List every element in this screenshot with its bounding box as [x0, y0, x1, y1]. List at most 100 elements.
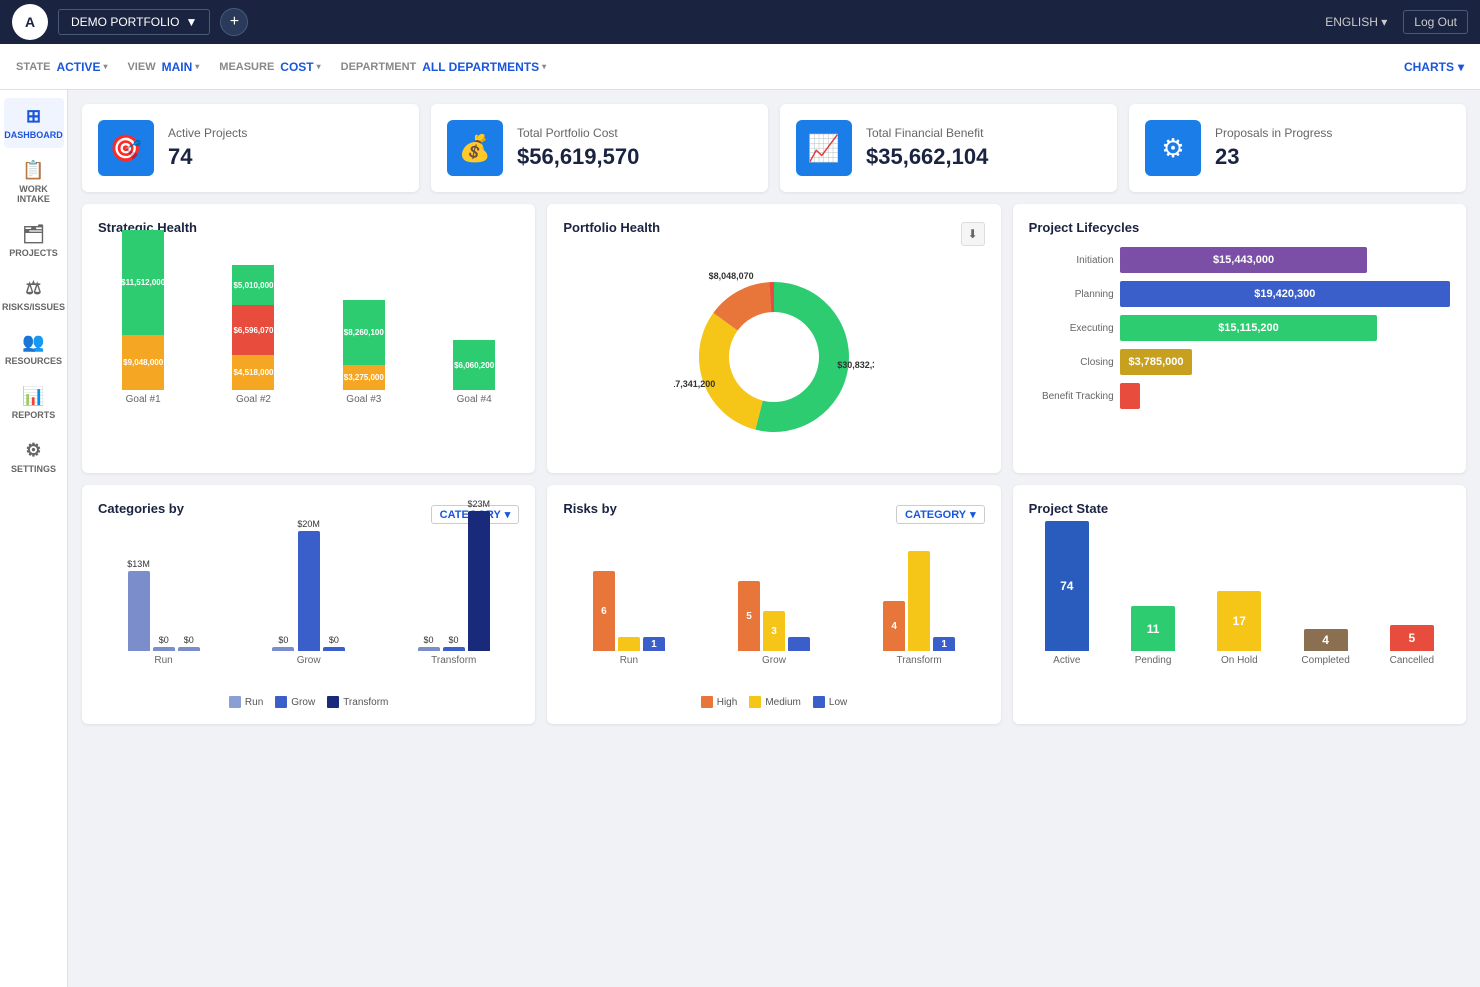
kpi-title-2: Total Financial Benefit	[866, 126, 988, 140]
risks-by-card: Risks by CATEGORY ▾ 6 1 Run 5 3	[547, 485, 1000, 724]
lifecycle-bar: $3,785,000	[1120, 349, 1193, 375]
lifecycle-bar-wrap: $3,785,000	[1120, 349, 1450, 375]
department-value[interactable]: ALL DEPARTMENTS ▾	[422, 60, 546, 74]
lifecycle-bar-wrap	[1120, 383, 1450, 409]
charts-button[interactable]: CHARTS ▾	[1404, 60, 1464, 74]
legend-item: High	[701, 696, 738, 708]
lifecycle-label: Initiation	[1029, 255, 1114, 266]
dashboard-icon: ⊞	[26, 106, 41, 127]
sidebar-item-dashboard[interactable]: ⊞ DASHBOARD	[4, 98, 64, 148]
logout-button[interactable]: Log Out	[1403, 10, 1468, 34]
bottom-charts-row: Categories by CATEGORY ▾ $13M $0 $0 Run …	[82, 485, 1466, 724]
kpi-card-3: ⚙ Proposals in Progress 23	[1129, 104, 1466, 192]
content-area: 🎯 Active Projects 74 💰 Total Portfolio C…	[68, 90, 1480, 987]
nav-right: ENGLISH ▾ Log Out	[1325, 10, 1468, 34]
sidebar-item-work-intake[interactable]: 📋 WORK INTAKE	[4, 152, 64, 212]
logo: A	[12, 4, 48, 40]
view-label: VIEW	[127, 61, 155, 73]
measure-filter[interactable]: MEASURE COST ▾	[219, 60, 320, 74]
sidebar-label-projects: PROJECTS	[9, 248, 58, 258]
kpi-row: 🎯 Active Projects 74 💰 Total Portfolio C…	[82, 104, 1466, 192]
legend-dot	[813, 696, 825, 708]
language-selector[interactable]: ENGLISH ▾	[1325, 15, 1387, 29]
view-value[interactable]: MAIN ▾	[162, 60, 200, 74]
lifecycle-row: Closing $3,785,000	[1029, 349, 1450, 375]
kpi-title-3: Proposals in Progress	[1215, 126, 1332, 140]
state-filter[interactable]: STATE ACTIVE ▾	[16, 60, 107, 74]
kpi-card-1: 💰 Total Portfolio Cost $56,619,570	[431, 104, 768, 192]
portfolio-button[interactable]: DEMO PORTFOLIO ▼	[58, 9, 210, 35]
lifecycle-label: Planning	[1029, 289, 1114, 300]
add-button[interactable]: +	[220, 8, 248, 36]
lifecycle-bar: $19,420,300	[1120, 281, 1450, 307]
kpi-info-1: Total Portfolio Cost $56,619,570	[517, 126, 639, 170]
project-state-card: Project State 74 Active 11 Pending 17 On…	[1013, 485, 1466, 724]
charts-arrow: ▾	[1458, 60, 1464, 74]
state-value[interactable]: ACTIVE ▾	[56, 60, 107, 74]
lifecycle-bar: $15,115,200	[1120, 315, 1378, 341]
sidebar-label-risks: RISKS/ISSUES	[2, 302, 65, 312]
kpi-info-3: Proposals in Progress 23	[1215, 126, 1332, 170]
measure-value[interactable]: COST ▾	[280, 60, 320, 74]
settings-icon: ⚙	[25, 440, 41, 461]
kpi-value-2: $35,662,104	[866, 144, 988, 170]
download-button[interactable]: ⬇	[961, 222, 985, 246]
portfolio-label: DEMO PORTFOLIO	[71, 15, 179, 29]
sidebar-item-risks-issues[interactable]: ⚖ RISKS/ISSUES	[4, 270, 64, 320]
sidebar-item-reports[interactable]: 📊 REPORTS	[4, 378, 64, 428]
sidebar-label-reports: REPORTS	[12, 410, 56, 420]
kpi-info-0: Active Projects 74	[168, 126, 247, 170]
view-filter[interactable]: VIEW MAIN ▾	[127, 60, 199, 74]
sidebar-item-projects[interactable]: 🗂 PROJECTS	[4, 216, 64, 266]
department-label: DEPARTMENT	[341, 61, 417, 73]
kpi-icon-3: ⚙	[1145, 120, 1201, 176]
filter-bar: STATE ACTIVE ▾ VIEW MAIN ▾ MEASURE COST …	[0, 44, 1480, 90]
categories-chart: $13M $0 $0 Run $0 $20M $0 Grow	[98, 538, 519, 688]
portfolio-health-title: Portfolio Health	[563, 220, 660, 235]
lifecycle-bar-wrap: $15,443,000	[1120, 247, 1450, 273]
legend-item: Medium	[749, 696, 801, 708]
svg-text:$17,341,200: $17,341,200	[674, 379, 715, 389]
lifecycle-row: Benefit Tracking	[1029, 383, 1450, 409]
state-arrow: ▾	[103, 62, 107, 71]
kpi-icon-1: 💰	[447, 120, 503, 176]
kpi-value-1: $56,619,570	[517, 144, 639, 170]
risks-legend: High Medium Low	[563, 696, 984, 708]
donut-svg: $30,832,300 $17,341,200 $8,048,070	[674, 257, 874, 457]
legend-dot	[229, 696, 241, 708]
risks-by-header: Risks by CATEGORY ▾	[563, 501, 984, 528]
legend-item: Low	[813, 696, 847, 708]
kpi-icon-2: 📈	[796, 120, 852, 176]
lifecycle-label: Closing	[1029, 357, 1114, 368]
legend-item: Grow	[275, 696, 315, 708]
department-filter[interactable]: DEPARTMENT ALL DEPARTMENTS ▾	[341, 60, 546, 74]
lifecycle-row: Executing $15,115,200	[1029, 315, 1450, 341]
view-arrow: ▾	[195, 62, 199, 71]
kpi-value-3: 23	[1215, 144, 1332, 170]
state-label: STATE	[16, 61, 50, 73]
lifecycle-bar-wrap: $19,420,300	[1120, 281, 1450, 307]
sidebar-label-work-intake: WORK INTAKE	[10, 184, 58, 204]
lifecycle-chart: Initiation $15,443,000 Planning $19,420,…	[1029, 247, 1450, 409]
reports-icon: 📊	[22, 386, 44, 407]
projects-icon: 🗂	[22, 224, 45, 245]
legend-dot	[701, 696, 713, 708]
legend-item: Run	[229, 696, 263, 708]
measure-arrow: ▾	[317, 62, 321, 71]
sidebar-item-settings[interactable]: ⚙ SETTINGS	[4, 432, 64, 482]
sidebar-label-resources: RESOURCES	[5, 356, 62, 366]
svg-text:$8,048,070: $8,048,070	[709, 271, 754, 281]
risks-icon: ⚖	[25, 278, 41, 299]
risks-dropdown[interactable]: CATEGORY ▾	[896, 505, 985, 524]
lifecycle-bar: $15,443,000	[1120, 247, 1368, 273]
lifecycle-label: Benefit Tracking	[1029, 391, 1114, 402]
project-state-title: Project State	[1029, 501, 1450, 516]
sidebar-item-resources[interactable]: 👥 RESOURCES	[4, 324, 64, 374]
strategic-health-chart: $9,048,000$11,512,000 Goal #1 $4,518,000…	[98, 247, 519, 427]
charts-row-1: Strategic Health $9,048,000$11,512,000 G…	[82, 204, 1466, 473]
kpi-title-0: Active Projects	[168, 126, 247, 140]
svg-text:$30,832,300: $30,832,300	[837, 360, 874, 370]
portfolio-health-header: Portfolio Health ⬇	[563, 220, 984, 247]
kpi-icon-0: 🎯	[98, 120, 154, 176]
kpi-info-2: Total Financial Benefit $35,662,104	[866, 126, 988, 170]
